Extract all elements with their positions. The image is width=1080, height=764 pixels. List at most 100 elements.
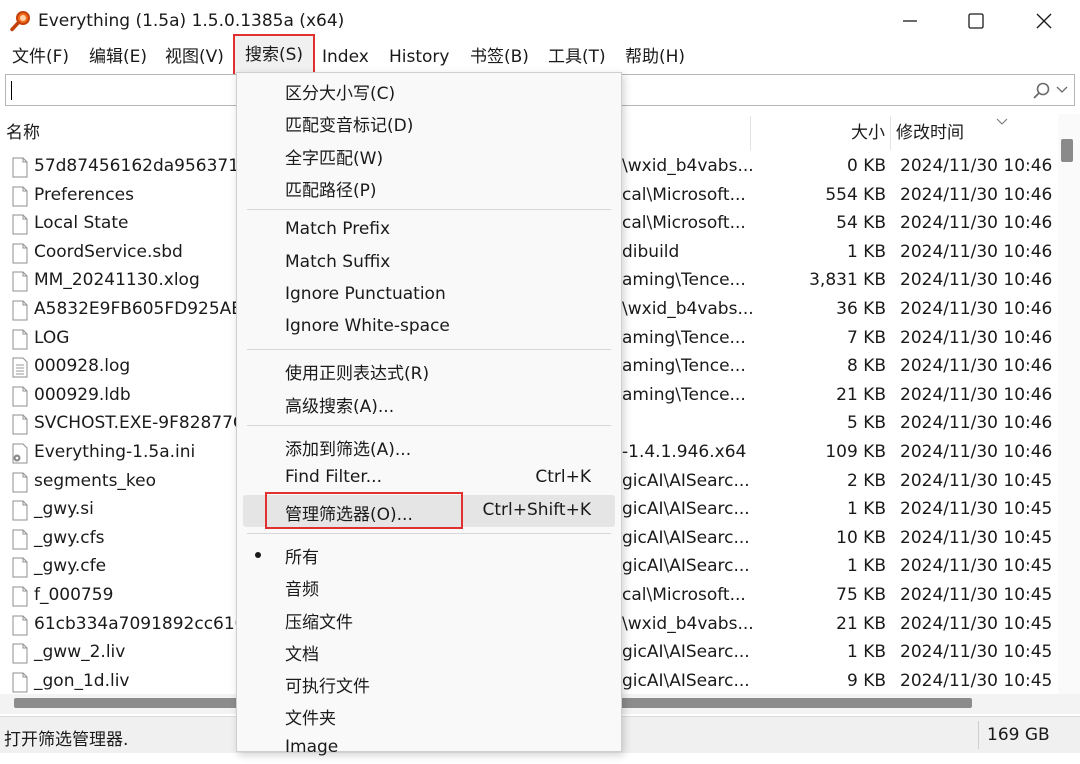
menu-item[interactable]: 高级搜索(A)...: [237, 387, 621, 419]
file-path: \wxid_b4vabs...: [622, 613, 754, 634]
chevron-down-icon[interactable]: [1056, 85, 1068, 95]
file-name: _gww_2.liv: [34, 642, 126, 663]
title-bar: Everything (1.5a) 1.5.0.1385a (x64): [0, 0, 1080, 42]
column-divider[interactable]: [750, 116, 751, 150]
minimize-icon: [903, 20, 917, 22]
magnifier-app-icon: [10, 11, 30, 32]
file-name: CoordService.sbd: [34, 241, 183, 262]
file-name: A5832E9FB605FD925AE: [34, 299, 243, 319]
menu-item[interactable]: Match Prefix: [237, 214, 621, 246]
file-path: cal\Microsoft...: [622, 585, 746, 605]
menu-help[interactable]: 帮助(H): [625, 42, 685, 72]
file-path: gicAI\AISearc...: [622, 556, 750, 577]
file-modified: 2024/11/30 10:46: [900, 413, 1053, 434]
column-header-name[interactable]: 名称: [6, 114, 40, 152]
menu-index[interactable]: Index: [322, 42, 369, 72]
file-icon: [12, 414, 28, 435]
menu-item[interactable]: Find Filter... Ctrl+K: [237, 462, 621, 494]
file-modified: 2024/11/30 10:46: [900, 356, 1053, 377]
file-size: 3,831 KB: [809, 270, 886, 291]
menu-item[interactable]: 匹配路径(P): [237, 171, 621, 203]
menu-item[interactable]: 压缩文件: [237, 603, 621, 635]
file-icon: [12, 157, 28, 178]
menu-item-label: 全字匹配(W): [285, 148, 384, 169]
menu-item[interactable]: 匹配变音标记(D): [237, 106, 621, 138]
file-size: 36 KB: [836, 299, 886, 319]
file-size: 8 KB: [846, 356, 886, 377]
annotation-highlight-box: [265, 491, 463, 529]
file-name: segments_keo: [34, 470, 157, 491]
file-name: _gwy.cfs: [34, 527, 105, 548]
file-modified: 2024/11/30 10:45: [900, 527, 1053, 548]
menu-item[interactable]: 音频: [237, 570, 621, 602]
file-path: gicAI\AISearc...: [622, 470, 750, 491]
menu-item[interactable]: 文件夹: [237, 699, 621, 731]
menu-item-label: Match Prefix: [285, 219, 391, 240]
vertical-scroll-thumb[interactable]: [1061, 139, 1073, 162]
file-size: 21 KB: [836, 384, 886, 405]
menu-bookmarks[interactable]: 书签(B): [470, 42, 529, 72]
column-divider[interactable]: [890, 116, 891, 150]
menu-item[interactable]: 可执行文件: [237, 667, 621, 699]
menu-item[interactable]: Match Suffix: [237, 247, 621, 279]
menu-item-label: 所有: [285, 547, 319, 568]
menu-file[interactable]: 文件(F): [12, 42, 69, 72]
file-modified: 2024/11/30 10:45: [900, 642, 1053, 663]
file-size: 75 KB: [836, 585, 886, 605]
menu-item[interactable]: Ignore Punctuation: [237, 279, 621, 311]
status-total-size: 169 GB: [987, 725, 1050, 745]
file-name: 000928.log: [34, 356, 131, 377]
search-icon[interactable]: [1032, 81, 1052, 101]
vertical-scrollbar[interactable]: [1058, 114, 1080, 694]
file-icon: [12, 472, 28, 493]
menu-item[interactable]: 区分大小写(C): [237, 74, 621, 106]
menu-item[interactable]: 使用正则表达式(R): [237, 354, 621, 386]
sort-chevron-icon: [996, 118, 1008, 125]
menu-item-label: 添加到筛选(A)...: [285, 440, 412, 460]
file-name: _gwy.si: [34, 499, 94, 520]
file-icon: [12, 186, 28, 207]
menu-item-label: 匹配变音标记(D): [285, 116, 414, 137]
file-modified: 2024/11/30 10:45: [900, 585, 1053, 605]
menu-edit[interactable]: 编辑(E): [89, 42, 147, 72]
status-divider: [978, 721, 979, 749]
file-size: 0 KB: [846, 156, 886, 176]
menu-tools[interactable]: 工具(T): [548, 42, 606, 72]
menu-item-label: Image: [285, 736, 339, 757]
close-button[interactable]: [1014, 0, 1074, 42]
file-size: 54 KB: [836, 213, 886, 234]
close-icon: [1036, 13, 1052, 29]
menu-item[interactable]: Image: [237, 732, 621, 764]
file-name: Everything-1.5a.ini: [34, 442, 196, 462]
minimize-button[interactable]: [880, 0, 940, 42]
menu-item-label: 文件夹: [285, 709, 336, 730]
column-header-modified[interactable]: 修改时间: [896, 114, 964, 152]
maximize-button[interactable]: [946, 0, 1006, 42]
file-path: gicAI\AISearc...: [622, 527, 750, 548]
file-size: 1 KB: [846, 556, 886, 577]
menu-history[interactable]: History: [389, 42, 449, 72]
file-name: 000929.ldb: [34, 384, 131, 405]
file-modified: 2024/11/30 10:46: [900, 442, 1053, 462]
file-icon: [12, 615, 28, 636]
file-modified: 2024/11/30 10:46: [900, 327, 1053, 348]
file-name: LOG: [34, 327, 70, 348]
menu-search[interactable]: 搜索(S): [233, 34, 316, 76]
file-path: \wxid_b4vabs...: [622, 156, 754, 176]
menu-item[interactable]: 全字匹配(W): [237, 139, 621, 171]
file-modified: 2024/11/30 10:46: [900, 213, 1053, 234]
menu-item[interactable]: Ignore White-space: [237, 311, 621, 343]
menu-view[interactable]: 视图(V): [165, 42, 224, 72]
file-size: 2 KB: [846, 470, 886, 491]
menu-item-label: Match Suffix: [285, 251, 391, 272]
menu-item[interactable]: 所有: [237, 538, 621, 570]
menu-item-label: 可执行文件: [285, 677, 370, 698]
file-icon: [12, 243, 28, 264]
menu-item-label: Ignore Punctuation: [285, 283, 446, 304]
column-header-size[interactable]: 大小: [851, 114, 885, 152]
file-size: 109 KB: [825, 442, 886, 462]
file-size: 10 KB: [836, 527, 886, 548]
menu-item-label: 文档: [285, 644, 319, 665]
menu-item[interactable]: 文档: [237, 635, 621, 667]
menu-item[interactable]: 添加到筛选(A)...: [237, 430, 621, 462]
